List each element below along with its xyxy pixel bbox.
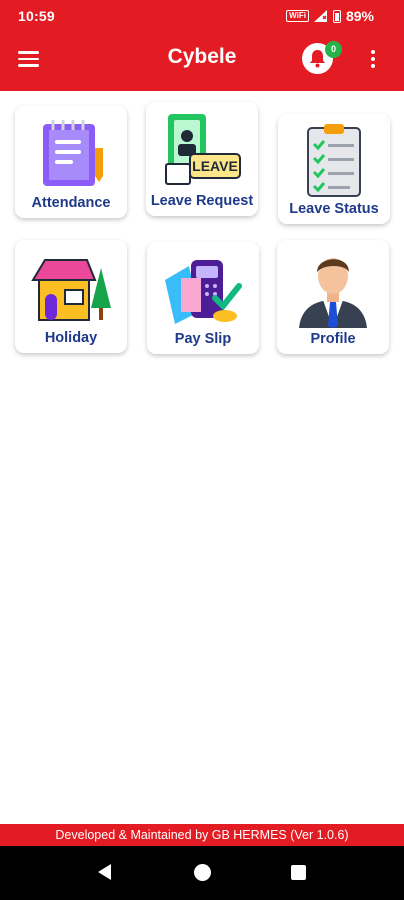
status-time: 10:59	[18, 8, 55, 24]
tile-label: Pay Slip	[174, 331, 232, 347]
tile-leave-request[interactable]: LEAVE Leave Request	[146, 102, 258, 216]
tile-label: Profile	[310, 331, 356, 347]
more-vert-icon[interactable]	[367, 47, 379, 74]
wifi-calling-icon: WiFi	[286, 10, 309, 22]
tile-attendance[interactable]: Attendance	[15, 106, 127, 218]
app-title: Cybele	[167, 45, 237, 68]
battery-percent: 89%	[345, 8, 374, 24]
back-icon[interactable]	[98, 864, 111, 880]
tile-profile[interactable]: Profile	[277, 240, 389, 354]
businessman-icon	[299, 258, 367, 328]
svg-text:LEAVE: LEAVE	[192, 158, 238, 174]
status-bar: 10:59 WiFi 89%	[0, 0, 404, 32]
app-bar: 10:59 WiFi 89% Cybele 0	[0, 0, 404, 91]
tile-holiday[interactable]: Holiday	[15, 240, 127, 353]
notification-badge: 0	[325, 41, 342, 58]
tile-leave-status[interactable]: Leave Status	[278, 114, 390, 224]
leave-icon: LEAVE	[165, 114, 241, 185]
status-icons: WiFi 89%	[286, 8, 374, 24]
toolbar: Cybele 0	[0, 32, 404, 91]
payslip-icon	[165, 260, 242, 324]
battery-icon	[332, 9, 341, 23]
signal-icon	[313, 10, 327, 22]
tile-pay-slip[interactable]: Pay Slip	[147, 242, 259, 354]
footer-credit: Developed & Maintained by GB HERMES (Ver…	[0, 824, 404, 846]
tile-label: Holiday	[44, 330, 98, 346]
tile-label: Leave Status	[289, 201, 379, 217]
system-nav-bar	[0, 846, 404, 900]
tile-label: Leave Request	[150, 193, 254, 209]
app-screen: 10:59 WiFi 89% Cybele 0 Attendance LEAVE…	[0, 0, 404, 900]
checklist-icon	[307, 124, 361, 197]
house-icon	[31, 259, 111, 321]
tile-label: Attendance	[31, 195, 111, 211]
recents-icon[interactable]	[291, 865, 306, 880]
notepad-icon	[43, 120, 103, 186]
home-icon[interactable]	[194, 864, 211, 881]
